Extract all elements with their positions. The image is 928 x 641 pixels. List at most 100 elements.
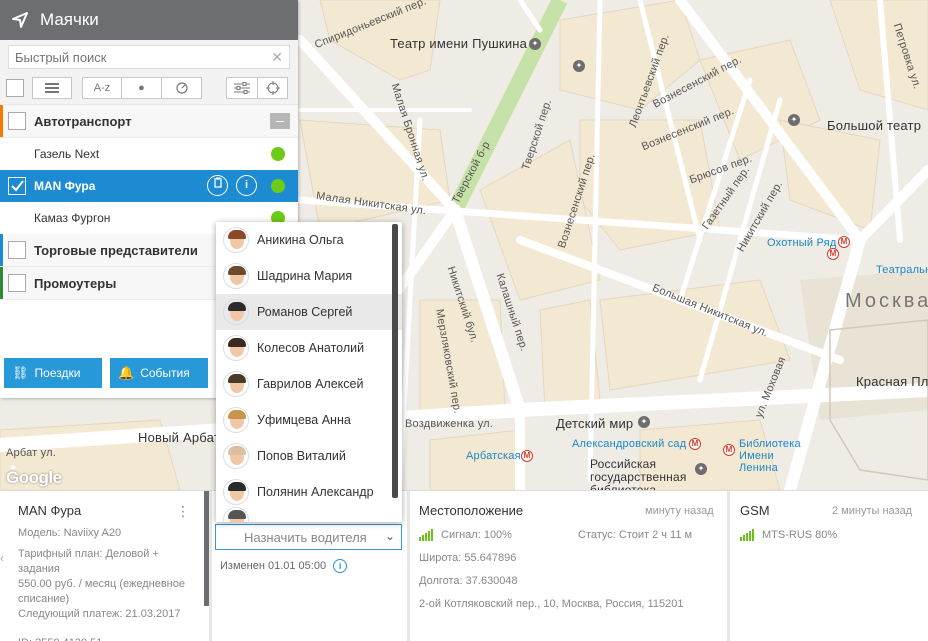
map-label: Москва (845, 290, 928, 312)
library-icon: ✦ (695, 463, 707, 475)
tracker-item-selected[interactable]: MAN Фура i (0, 170, 298, 202)
driver-name: Попов Виталий (257, 449, 346, 463)
driver-option[interactable]: Колесов Анатолий (216, 330, 402, 366)
driver-option[interactable]: Уфимцева Анна (216, 402, 402, 438)
metro-icon: M (827, 248, 839, 260)
driver-name: Уфимцева Анна (257, 413, 351, 427)
tracker-info-button[interactable]: i (236, 175, 257, 196)
location-status: Статус: Стоит 2 ч 11 м (578, 529, 693, 541)
map-label: Александровский сад (572, 438, 687, 450)
group-checkbox[interactable] (8, 241, 26, 259)
group-checkbox[interactable] (8, 112, 26, 130)
tracker-model: Модель: Naviixy A20 (18, 527, 122, 539)
driver-name: Аникина Ольга (257, 233, 344, 247)
more-menu-icon[interactable]: ⋮ (176, 503, 190, 520)
driver-option[interactable]: Аникина Ольга (216, 222, 402, 258)
driver-changed: Изменен 01.01 05:00 i (220, 559, 348, 574)
sliders-icon (234, 82, 250, 94)
dropdown-scrollbar[interactable] (392, 224, 398, 498)
avatar (223, 479, 249, 505)
location-time: минуту назад (645, 505, 714, 517)
poi-icon: ✦ (638, 416, 650, 428)
info-icon[interactable]: i (333, 559, 348, 574)
select-all-checkbox[interactable] (6, 79, 24, 97)
sort-az-button[interactable]: A-z (82, 77, 122, 99)
map-label: Арбат ул. (6, 447, 57, 459)
tracker-label: Камаз Фургон (34, 211, 111, 225)
tracker-next-payment: Следующий платеж: 21.03.2017 (18, 608, 181, 620)
driver-option[interactable]: Гаврилов Алексей (216, 366, 402, 402)
divider (407, 491, 410, 641)
trips-label: Поездки (34, 366, 81, 380)
chevron-down-icon: ⌄ (384, 529, 395, 543)
assign-driver-select[interactable]: Назначить водителя ⌄ (215, 524, 402, 550)
sort-az-label: A-z (93, 82, 111, 94)
tracker-checkbox[interactable] (8, 177, 26, 195)
divider (727, 491, 730, 641)
driver-option-hovered[interactable]: Романов Сергей (216, 294, 402, 330)
group-label: Автотранспорт (34, 113, 132, 129)
details-panel: ‹ MAN Фура ⋮ Модель: Naviixy A20 Тарифны… (0, 490, 928, 641)
collapse-group-button[interactable]: ‒ (270, 113, 290, 129)
signal-text: Сигнал: 100% (441, 529, 512, 541)
group-color-bar (0, 105, 3, 137)
gsm-operator: MTS-RUS 80% (740, 528, 920, 543)
tracker-label: MAN Фура (34, 179, 96, 193)
map-label: Большой театр (827, 118, 922, 133)
location-address: 2-ой Котляковский пер., 10, Москва, Росс… (419, 598, 684, 610)
driver-option[interactable]: Полянин Александр (216, 474, 402, 510)
group-label: Торговые представители (34, 242, 198, 258)
gsm-operator-text: MTS-RUS 80% (762, 529, 838, 541)
driver-name: Полянин Александр (257, 485, 374, 499)
panel-title: Маячки (40, 10, 99, 29)
filter-button[interactable] (226, 77, 258, 99)
sort-time-button[interactable] (162, 77, 202, 99)
google-logo: Google (6, 468, 62, 487)
map-label: Театр имени Пушкина (390, 36, 528, 51)
map-label: Театральная (876, 264, 928, 276)
online-status-dot (271, 179, 285, 193)
tracker-item[interactable]: Газель Next (0, 138, 298, 170)
clear-search-icon[interactable]: ✕ (271, 49, 283, 66)
avatar (223, 299, 249, 325)
driver-name: Колесов Анатолий (257, 341, 365, 355)
driver-option[interactable] (216, 507, 402, 522)
navigation-arrow-icon (12, 12, 28, 28)
gauge-icon (175, 82, 188, 94)
list-view-button[interactable] (32, 77, 72, 99)
trips-button[interactable]: ⛓ Поездки (4, 358, 102, 388)
search-input[interactable] (9, 46, 259, 68)
dot-icon: ● (138, 82, 145, 94)
metro-icon: M (723, 444, 735, 456)
map-label: Воздвиженка ул. (405, 418, 494, 430)
online-status-dot (271, 147, 285, 161)
assign-driver-placeholder: Назначить водителя (244, 530, 367, 545)
avatar (223, 335, 249, 361)
metro-icon: M (838, 236, 850, 248)
delete-tracker-button[interactable] (207, 175, 228, 196)
tracker-price: 550.00 руб. / месяц (ежедневное списание… (18, 578, 185, 605)
group-checkbox[interactable] (8, 274, 26, 292)
driver-option[interactable]: Попов Виталий (216, 438, 402, 474)
tracker-info: MAN Фура ⋮ Модель: Naviixy A20 Тарифный … (18, 491, 202, 641)
driver-option[interactable]: Шадрина Мария (216, 258, 402, 294)
events-button[interactable]: 🔔 События (110, 358, 208, 388)
list-icon (45, 83, 59, 93)
center-map-button[interactable] (258, 77, 288, 99)
search-bar: ✕ (0, 40, 298, 72)
avatar (223, 407, 249, 433)
map-label: Арбатская (466, 450, 521, 462)
chevron-left-icon[interactable]: ‹ (0, 551, 4, 565)
map-label: Детский мир (556, 416, 634, 431)
group-label: Промоутеры (34, 275, 117, 291)
driver-name: Шадрина Мария (257, 269, 353, 283)
sort-status-button[interactable]: ● (122, 77, 162, 99)
map-label: Новый Арбат (138, 430, 220, 445)
group-row[interactable]: Автотранспорт ‒ (0, 105, 298, 138)
map-label: Российская государственная библиотека (590, 457, 687, 491)
group-color-bar (0, 234, 3, 266)
gsm-time: 2 минуты назад (832, 505, 913, 517)
panel-toolbar: A-z ● (0, 72, 298, 105)
location-lon: Долгота: 37.630048 (419, 575, 518, 587)
driver-changed-text: Изменен 01.01 05:00 (220, 560, 327, 572)
